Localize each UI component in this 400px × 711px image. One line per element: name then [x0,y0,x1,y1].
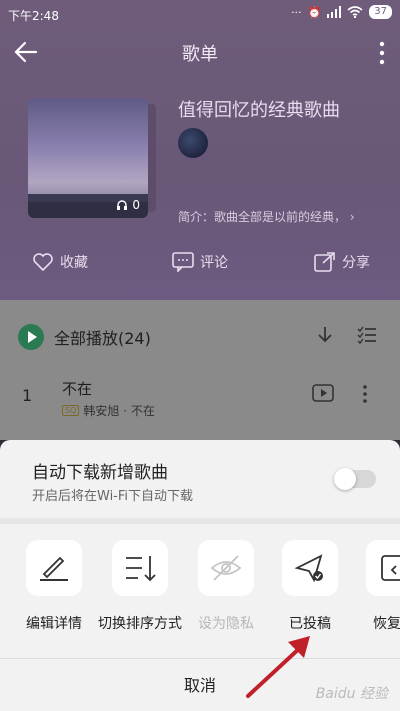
more-dots-icon: ··· [291,5,302,19]
options-row: 编辑详情 切换排序方式 设为隐私 已投稿 恢复歌 [0,540,400,660]
top-app-bar: 歌单 [0,30,400,74]
auto-download-desc: 开启后将在Wi-Fi下自动下载 [32,489,194,504]
song-list: 全部播放(24) 1 不在 SQ 韩安旭 · 不在 [0,300,400,440]
cover-play-count: 0 [116,198,140,212]
toggle-knob [334,468,356,490]
video-icon[interactable] [312,384,334,402]
play-icon [18,324,44,350]
song-number: 1 [22,386,33,405]
sq-badge: SQ [62,405,80,416]
switch-sort-button[interactable]: 切换排序方式 [98,540,182,634]
edit-icon [40,556,68,581]
annotation-arrow-icon [246,636,310,698]
playlist-title: 值得回忆的经典歌曲 [178,100,340,121]
song-title: 不在 [62,380,93,398]
heart-icon [33,253,53,272]
watermark: Baidu 经验 [315,686,388,702]
restore-songs-button[interactable]: 恢复歌 [352,540,400,634]
wifi-icon [347,6,363,18]
multi-select-icon[interactable] [356,324,378,346]
more-vert-icon[interactable] [378,40,386,66]
share-button[interactable]: 分享 [314,252,370,272]
playlist-header: 下午2:48 ··· ⏰ 37 歌单 0 值得回忆的经典歌曲 简介：歌曲全部是以… [0,0,400,300]
playlist-actions: 收藏 评论 分享 [0,248,400,284]
battery-indicator: 37 [369,5,392,19]
comment-icon [172,252,194,272]
alarm-icon: ⏰ [307,5,322,19]
status-time: 下午2:48 [8,9,59,23]
playlist-intro[interactable]: 简介：歌曲全部是以前的经典， › [178,208,355,225]
page-title: 歌单 [182,44,218,65]
edit-details-button[interactable]: 编辑详情 [12,540,96,634]
auto-download-toggle[interactable] [334,468,376,490]
sort-icon [126,556,156,582]
play-all-button[interactable]: 全部播放(24) [18,324,151,350]
restore-icon [381,555,400,581]
song-subtitle: SQ 韩安旭 · 不在 [62,402,155,419]
playlist-cover[interactable]: 0 [28,98,148,218]
comment-button[interactable]: 评论 [172,252,228,272]
cover-stack-shadow [148,104,156,212]
more-options-sheet: 自动下载新增歌曲 开启后将在Wi-Fi下自动下载 编辑详情 切换排序方式 设为隐… [0,440,400,711]
creator-avatar[interactable] [178,128,208,158]
divider [0,518,400,524]
divider [0,658,400,659]
set-private-button[interactable]: 设为隐私 [184,540,268,634]
eye-off-icon [210,555,242,581]
auto-download-title: 自动下载新增歌曲 [32,463,168,483]
status-bar: 下午2:48 ··· ⏰ 37 [0,0,400,28]
collect-button[interactable]: 收藏 [32,252,88,272]
send-icon [294,554,323,583]
signal-icon [327,6,342,18]
song-more-icon[interactable] [362,384,368,404]
chevron-right-icon: › [349,210,355,224]
share-icon [314,252,335,272]
submitted-button[interactable]: 已投稿 [268,540,352,634]
download-icon[interactable] [314,324,336,346]
headphones-icon [117,200,128,210]
